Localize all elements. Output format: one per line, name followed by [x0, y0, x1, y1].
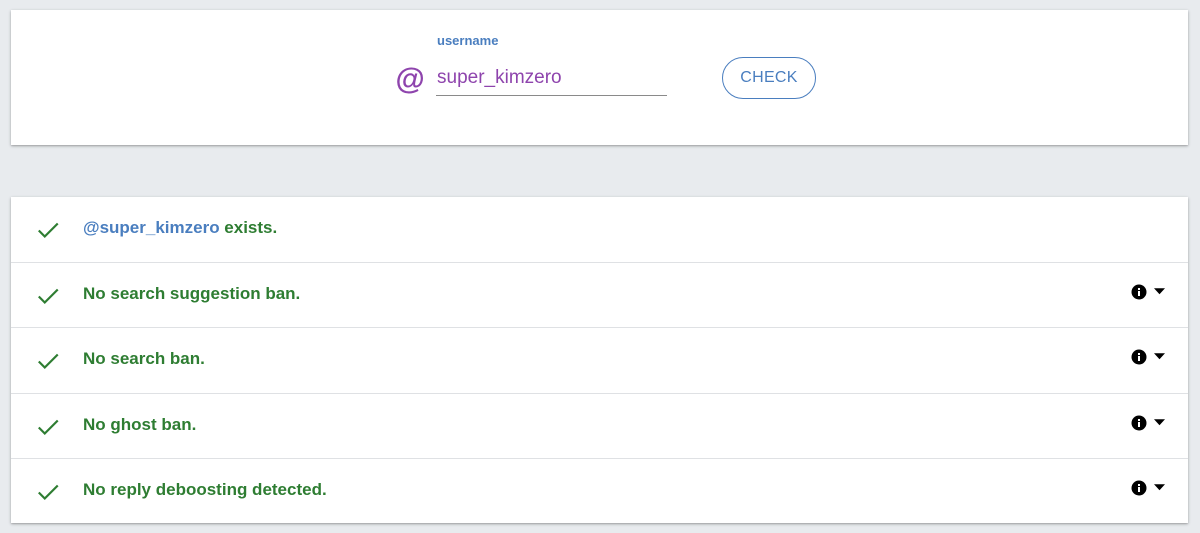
check-icon [38, 353, 59, 370]
info-icon [1131, 480, 1147, 496]
check-icon [38, 419, 59, 436]
check-icon [38, 484, 59, 501]
result-text: No reply deboosting detected. [83, 480, 327, 499]
info-toggle[interactable] [1129, 414, 1169, 436]
results-list: @super_kimzero exists. No search suggest… [11, 197, 1188, 523]
info-toggle[interactable] [1129, 283, 1169, 305]
caret-down-icon [1154, 288, 1165, 295]
username-label: username [437, 33, 499, 48]
result-row-search-suggestion-ban: No search suggestion ban. [11, 262, 1188, 327]
result-row-search-ban: No search ban. [11, 327, 1188, 392]
result-text: @super_kimzero exists. [83, 218, 278, 237]
caret-down-icon [1154, 484, 1165, 491]
result-text: No search ban. [83, 349, 205, 368]
info-toggle[interactable] [1129, 479, 1169, 501]
at-sign-icon: @ [395, 63, 425, 96]
result-row-exists: @super_kimzero exists. [11, 197, 1188, 262]
result-text: No search suggestion ban. [83, 284, 301, 303]
result-text: No ghost ban. [83, 415, 197, 434]
check-icon [38, 222, 59, 239]
info-toggle[interactable] [1129, 348, 1169, 370]
check-button[interactable]: CHECK [722, 57, 816, 99]
username-search-card: @ username CHECK [11, 10, 1188, 145]
info-icon [1131, 349, 1147, 365]
caret-down-icon [1154, 353, 1165, 360]
check-icon [38, 288, 59, 305]
result-row-ghost-ban: No ghost ban. [11, 393, 1188, 458]
result-row-reply-deboosting: No reply deboosting detected. [11, 458, 1188, 523]
info-icon [1131, 415, 1147, 431]
username-input[interactable] [436, 60, 667, 96]
username-handle: @super_kimzero [83, 218, 220, 237]
caret-down-icon [1154, 419, 1165, 426]
info-icon [1131, 284, 1147, 300]
username-field[interactable]: username [436, 32, 667, 100]
